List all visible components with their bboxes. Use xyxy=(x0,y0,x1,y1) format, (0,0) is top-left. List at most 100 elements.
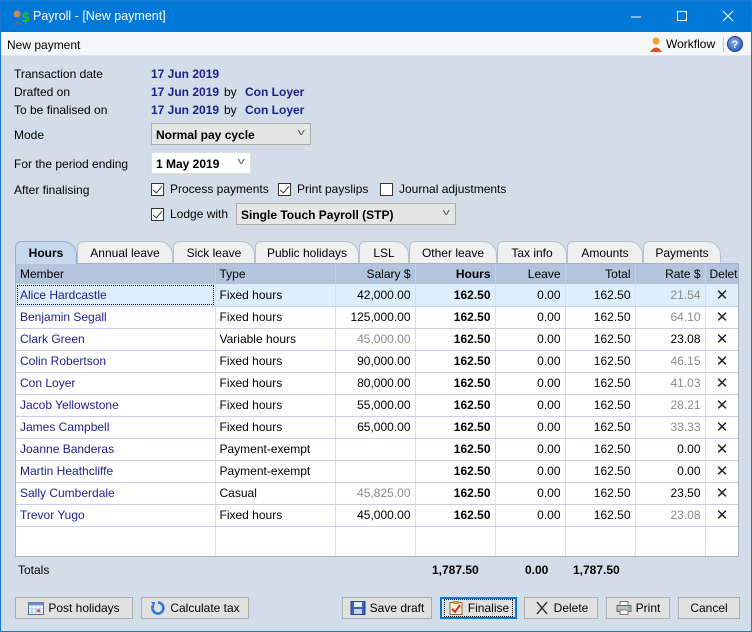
mode-select[interactable]: Normal pay cycle v xyxy=(151,123,311,145)
maximize-button[interactable] xyxy=(659,1,705,32)
hours-cell[interactable]: 162.50 xyxy=(415,372,496,395)
rate-cell[interactable]: 0.00 xyxy=(635,438,706,461)
tab-other-leave[interactable]: Other leave xyxy=(409,241,497,263)
column-header-member[interactable]: Member xyxy=(16,264,216,284)
table-row[interactable]: Sally Cumberdale Casual 45,825.00 162.50 0.0… xyxy=(16,482,738,505)
delete-row-icon[interactable]: ✕ xyxy=(705,416,738,439)
hours-cell[interactable]: 162.50 xyxy=(415,284,496,307)
column-header-rate[interactable]: Rate $ xyxy=(635,264,706,284)
member-cell[interactable]: Jacob Yellowstone xyxy=(16,394,216,417)
table-row[interactable]: Trevor Yugo Fixed hours 45,000.00 162.50 0.0… xyxy=(16,504,738,527)
tab-lsl[interactable]: LSL xyxy=(359,241,409,263)
table-row[interactable]: Jacob Yellowstone Fixed hours 55,000.00 162… xyxy=(16,394,738,417)
hours-cell[interactable]: 162.50 xyxy=(415,460,496,483)
delete-row-icon[interactable]: ✕ xyxy=(705,394,738,417)
salary-cell[interactable] xyxy=(335,460,416,483)
table-row[interactable]: Colin Robertson Fixed hours 90,000.00 162.5… xyxy=(16,350,738,373)
hours-cell[interactable]: 162.50 xyxy=(415,438,496,461)
help-icon[interactable]: ? xyxy=(727,36,743,52)
delete-row-icon[interactable]: ✕ xyxy=(705,438,738,461)
process-payments-checkbox[interactable]: Process payments xyxy=(151,182,269,196)
column-header-salary[interactable]: Salary $ xyxy=(335,264,416,284)
rate-cell[interactable]: 23.08 xyxy=(635,328,706,351)
tab-annual-leave[interactable]: Annual leave xyxy=(77,241,173,263)
rate-cell[interactable]: 64.10 xyxy=(635,306,706,329)
member-cell[interactable]: Benjamin Segall xyxy=(16,306,216,329)
salary-cell[interactable]: 90,000.00 xyxy=(335,350,416,373)
delete-row-icon[interactable]: ✕ xyxy=(705,372,738,395)
tab-amounts[interactable]: Amounts xyxy=(567,241,643,263)
column-header-total[interactable]: Total xyxy=(565,264,636,284)
delete-row-icon[interactable]: ✕ xyxy=(705,350,738,373)
lodge-with-checkbox[interactable]: Lodge with xyxy=(151,207,228,221)
print-payslips-checkbox[interactable]: Print payslips xyxy=(278,182,368,196)
table-row[interactable]: James Campbell Fixed hours 65,000.00 162.50… xyxy=(16,416,738,439)
period-ending-date-picker[interactable]: 1 May 2019 v xyxy=(151,152,251,174)
member-cell[interactable]: Martin Heathcliffe xyxy=(16,460,216,483)
salary-cell[interactable]: 55,000.00 xyxy=(335,394,416,417)
tab-public-holidays[interactable]: Public holidays xyxy=(255,241,359,263)
member-cell[interactable]: Colin Robertson xyxy=(16,350,216,373)
salary-cell[interactable]: 65,000.00 xyxy=(335,416,416,439)
print-button[interactable]: Print xyxy=(606,597,670,619)
close-button[interactable] xyxy=(705,1,751,32)
member-cell[interactable]: Alice Hardcastle xyxy=(16,284,216,307)
calculate-tax-button[interactable]: Calculate tax xyxy=(141,597,249,619)
table-row[interactable]: Con Loyer Fixed hours 80,000.00 162.50 0.00 1… xyxy=(16,372,738,395)
rate-cell[interactable]: 28.21 xyxy=(635,394,706,417)
tab-tax-info[interactable]: Tax info xyxy=(497,241,567,263)
salary-cell[interactable]: 45,000.00 xyxy=(335,328,416,351)
salary-cell[interactable] xyxy=(335,438,416,461)
tab-sick-leave[interactable]: Sick leave xyxy=(173,241,255,263)
delete-row-icon[interactable]: ✕ xyxy=(705,284,738,307)
rate-cell[interactable]: 46.15 xyxy=(635,350,706,373)
delete-row-icon[interactable]: ✕ xyxy=(705,504,738,527)
hours-cell[interactable]: 162.50 xyxy=(415,394,496,417)
salary-cell[interactable]: 45,000.00 xyxy=(335,504,416,527)
delete-row-icon[interactable]: ✕ xyxy=(705,328,738,351)
rate-cell[interactable]: 41.03 xyxy=(635,372,706,395)
rate-cell[interactable]: 23.08 xyxy=(635,504,706,527)
column-header-type[interactable]: Type xyxy=(215,264,336,284)
hours-cell[interactable]: 162.50 xyxy=(415,328,496,351)
journal-adjustments-checkbox[interactable]: Journal adjustments xyxy=(380,182,506,196)
finalise-button[interactable]: Finalise xyxy=(440,597,517,619)
delete-row-icon[interactable]: ✕ xyxy=(705,460,738,483)
rate-cell[interactable]: 33.33 xyxy=(635,416,706,439)
table-row[interactable]: Martin Heathcliffe Payment-exempt 162.50 0.… xyxy=(16,460,738,483)
rate-cell[interactable]: 23.50 xyxy=(635,482,706,505)
column-header-hours[interactable]: Hours xyxy=(415,264,496,284)
hours-cell[interactable]: 162.50 xyxy=(415,482,496,505)
member-cell[interactable]: Sally Cumberdale xyxy=(16,482,216,505)
member-cell[interactable]: Clark Green xyxy=(16,328,216,351)
hours-cell[interactable]: 162.50 xyxy=(415,504,496,527)
tab-payments[interactable]: Payments xyxy=(643,241,721,263)
lodge-with-select[interactable]: Single Touch Payroll (STP) v xyxy=(236,203,456,225)
table-row[interactable]: Alice Hardcastle Fixed hours 42,000.00 162.… xyxy=(16,284,738,307)
hours-cell[interactable]: 162.50 xyxy=(415,416,496,439)
hours-cell[interactable]: 162.50 xyxy=(415,350,496,373)
delete-button[interactable]: Delete xyxy=(524,597,598,619)
tab-hours[interactable]: Hours xyxy=(15,241,77,264)
table-row[interactable]: Joanne Banderas Payment-exempt 162.50 0.00 1… xyxy=(16,438,738,461)
workflow-button[interactable]: Workflow xyxy=(649,36,715,52)
salary-cell[interactable]: 80,000.00 xyxy=(335,372,416,395)
rate-cell[interactable]: 0.00 xyxy=(635,460,706,483)
delete-row-icon[interactable]: ✕ xyxy=(705,482,738,505)
member-cell[interactable]: Con Loyer xyxy=(16,372,216,395)
table-row[interactable]: Benjamin Segall Fixed hours 125,000.00 162.… xyxy=(16,306,738,329)
hours-cell[interactable]: 162.50 xyxy=(415,306,496,329)
cancel-button[interactable]: Cancel xyxy=(678,597,740,619)
member-cell[interactable]: James Campbell xyxy=(16,416,216,439)
salary-cell[interactable]: 42,000.00 xyxy=(335,284,416,307)
salary-cell[interactable]: 45,825.00 xyxy=(335,482,416,505)
salary-cell[interactable]: 125,000.00 xyxy=(335,306,416,329)
member-cell[interactable]: Trevor Yugo xyxy=(16,504,216,527)
post-holidays-button[interactable]: Post holidays xyxy=(15,597,133,619)
member-cell[interactable]: Joanne Banderas xyxy=(16,438,216,461)
minimize-button[interactable] xyxy=(613,1,659,32)
table-row[interactable]: Clark Green Variable hours 45,000.00 162.50… xyxy=(16,328,738,351)
rate-cell[interactable]: 21.54 xyxy=(635,284,706,307)
delete-row-icon[interactable]: ✕ xyxy=(705,306,738,329)
save-draft-button[interactable]: Save draft xyxy=(342,597,432,619)
